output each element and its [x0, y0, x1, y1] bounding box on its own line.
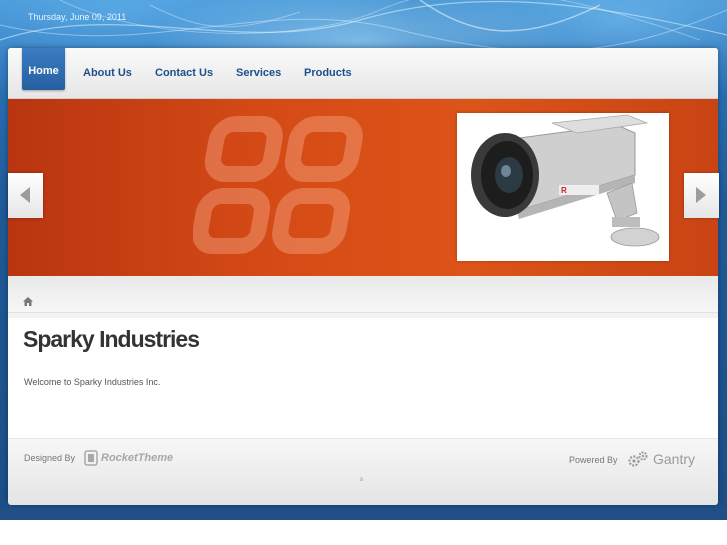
breadcrumb — [8, 276, 718, 313]
nav-products[interactable]: Products — [304, 62, 352, 84]
current-date: Thursday, June 09, 2011 — [28, 12, 127, 22]
footer-pager: s — [360, 477, 363, 483]
security-camera-image: R — [457, 113, 669, 261]
slider-next-button[interactable] — [684, 173, 719, 218]
nav-about-us[interactable]: About Us — [83, 62, 132, 84]
svg-text:R: R — [561, 186, 567, 195]
site-footer — [8, 438, 718, 505]
nav-home[interactable]: Home — [22, 48, 65, 90]
bottom-background-strip — [0, 508, 727, 520]
page-title: Sparky Industries — [23, 326, 200, 352]
nav-contact-us[interactable]: Contact Us — [155, 62, 213, 84]
main-navigation: About Us Contact Us Services Products — [8, 48, 718, 99]
gantry-logo[interactable]: Gantry — [627, 451, 695, 467]
rockettheme-logo[interactable]: RocketTheme — [84, 450, 173, 466]
welcome-text: Welcome to Sparky Industries Inc. — [24, 377, 161, 387]
left-arrow-icon — [20, 187, 30, 203]
company-logo-mark — [193, 116, 363, 254]
designed-by-label: Designed By — [24, 453, 76, 463]
nav-services[interactable]: Services — [236, 62, 281, 84]
slider-prev-button[interactable] — [8, 173, 43, 218]
right-arrow-icon — [696, 187, 706, 203]
gear-icon — [628, 451, 648, 467]
powered-by-label: Powered By — [569, 455, 618, 465]
showcase-slider: R — [8, 99, 718, 276]
home-icon[interactable] — [23, 297, 33, 306]
rockettheme-icon — [84, 450, 98, 466]
